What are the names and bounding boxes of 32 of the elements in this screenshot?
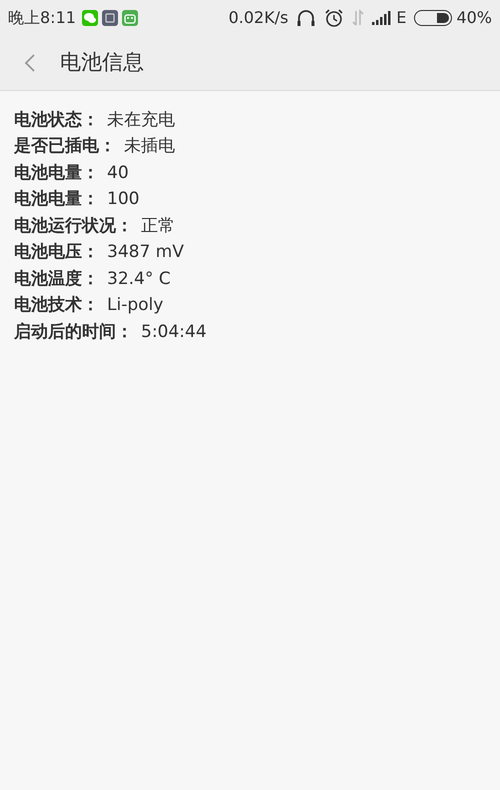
info-value: 正常 [141, 214, 175, 238]
info-value: 32.4° C [107, 268, 171, 290]
info-value: 未在充电 [107, 108, 175, 132]
info-label: 电池温度： [14, 268, 99, 290]
back-icon [24, 53, 36, 73]
signal-icon [372, 11, 392, 25]
info-label: 电池技术： [14, 294, 99, 317]
network-speed: 0.02K/s [228, 7, 288, 29]
status-time: 晚上8:11 [8, 7, 76, 29]
alarm-icon [324, 8, 344, 28]
info-value: 未插电 [124, 135, 175, 158]
battery-icon [414, 10, 452, 26]
robot-icon [122, 10, 138, 26]
info-value: 100 [107, 188, 140, 211]
info-value: 3487 mV [107, 241, 184, 264]
info-value: 40 [107, 162, 129, 184]
info-label: 电池电压： [14, 241, 99, 264]
network-type: E [396, 7, 406, 29]
chat-app-icon [82, 10, 98, 26]
headset-icon [296, 9, 316, 27]
info-value: Li-poly [107, 294, 164, 317]
info-label: 电池电量： [14, 188, 99, 211]
info-value: 5:04:44 [141, 320, 207, 344]
info-label: 是否已插电： [14, 135, 116, 158]
info-label: 电池电量： [14, 162, 99, 184]
info-label: 启动后的时间： [14, 320, 133, 344]
info-label: 电池状态： [14, 108, 99, 132]
page-title: 电池信息 [60, 49, 144, 76]
battery-percent: 40% [456, 7, 492, 29]
app-icon [102, 10, 118, 26]
info-label: 电池运行状况： [14, 214, 133, 238]
data-arrows-icon [352, 9, 364, 27]
